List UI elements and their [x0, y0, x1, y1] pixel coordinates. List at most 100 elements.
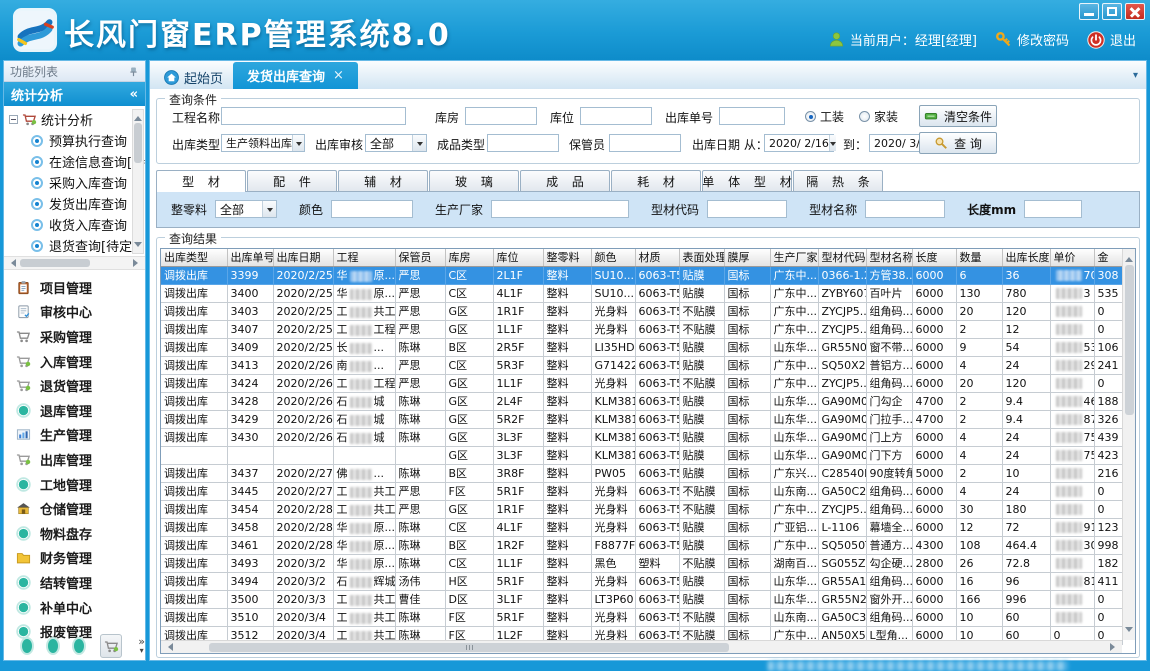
- tree-item[interactable]: 采购入库查询: [9, 172, 131, 193]
- sidebar-item-仓储管理[interactable]: 仓储管理: [4, 496, 145, 521]
- table-row[interactable]: 调拨出库34932020/3/2华原...陈琳C区1L1F整料黑色塑料不贴膜国标…: [161, 554, 1122, 572]
- tree-horizontal-scrollbar[interactable]: [4, 256, 145, 270]
- change-password-button[interactable]: 修改密码: [995, 30, 1069, 49]
- quick-cart-button[interactable]: [100, 634, 122, 658]
- table-row[interactable]: 调拨出库34582020/2/28华原...陈琳C区4L1F整料光身料6063-…: [161, 518, 1122, 536]
- grid-vertical-scrollbar[interactable]: [1122, 249, 1135, 640]
- maker-input[interactable]: [491, 200, 629, 218]
- table-row[interactable]: 调拨出库34092020/2/25长...陈琳B区2R5F整料LI35HD606…: [161, 338, 1122, 356]
- table-row[interactable]: 调拨出库33992020/2/25华原...严思C区2L1F整料SU10...6…: [161, 266, 1122, 284]
- search-button[interactable]: 查 询: [919, 132, 997, 154]
- material-tab-6[interactable]: 耗 材: [611, 170, 701, 191]
- column-header[interactable]: 表面处理: [679, 249, 724, 266]
- order-no-input[interactable]: [719, 107, 785, 125]
- sidebar-item-结转管理[interactable]: 结转管理: [4, 570, 145, 595]
- sidebar-item-出库管理[interactable]: 出库管理: [4, 447, 145, 472]
- table-row[interactable]: 调拨出库34372020/2/27佛...陈琳B区3R8F整料PW056063-…: [161, 464, 1122, 482]
- column-header[interactable]: 库位: [493, 249, 543, 266]
- project-name-input[interactable]: [221, 107, 406, 125]
- tree-root[interactable]: 统计分析: [9, 109, 131, 130]
- material-tab-8[interactable]: 隔 热 条: [793, 170, 883, 191]
- table-row[interactable]: G区3L3F整料KLM38176063-T5贴膜国标山东华...GA90M09.…: [161, 446, 1122, 464]
- quick-circle-icon[interactable]: [74, 639, 84, 653]
- tree-item[interactable]: 退货查询[待定]: [9, 235, 131, 256]
- table-row[interactable]: 调拨出库34132020/2/26南...严思C区5R3F整料G71422606…: [161, 356, 1122, 374]
- tab-home[interactable]: 起始页: [154, 65, 233, 89]
- table-row[interactable]: 调拨出库34302020/2/26石城陈琳G区3L3F整料KLM38176063…: [161, 428, 1122, 446]
- column-header[interactable]: 出库日期: [273, 249, 333, 266]
- sidebar-item-工地管理[interactable]: 工地管理: [4, 472, 145, 497]
- tab-close-icon[interactable]: ×: [333, 68, 344, 83]
- material-tab-3[interactable]: 辅 材: [338, 170, 428, 191]
- sidebar-item-入库管理[interactable]: 入库管理: [4, 349, 145, 374]
- quick-circle-icon[interactable]: [48, 639, 58, 653]
- stats-panel-header[interactable]: 统计分析 «: [4, 82, 145, 106]
- table-row[interactable]: 调拨出库35102020/3/4工共工程陈琳F区5R1F整料光身料6063-T5…: [161, 608, 1122, 626]
- tabbar-more-icon[interactable]: ▾: [1133, 70, 1138, 81]
- tree-vertical-scrollbar[interactable]: [132, 109, 144, 254]
- radio-gongzhuang[interactable]: 工装: [805, 108, 844, 125]
- column-header[interactable]: 生产厂家: [770, 249, 818, 266]
- material-tab-4[interactable]: 玻 璃: [429, 170, 519, 191]
- tree-expander-icon[interactable]: [9, 115, 18, 124]
- overflow-chevron[interactable]: »▾: [138, 637, 145, 655]
- tree-item[interactable]: 在途信息查询[待: [9, 151, 131, 172]
- code-input[interactable]: [707, 200, 787, 218]
- column-header[interactable]: 出库单号: [227, 249, 273, 266]
- tree-item[interactable]: 发货出库查询: [9, 193, 131, 214]
- length-input[interactable]: [1024, 200, 1082, 218]
- sidebar-item-采购管理[interactable]: 采购管理: [4, 324, 145, 349]
- table-row[interactable]: 调拨出库34282020/2/26石城陈琳G区2L4F整料KLM38176063…: [161, 392, 1122, 410]
- tree-item[interactable]: 收货入库查询: [9, 214, 131, 235]
- sidebar-item-财务管理[interactable]: 财务管理: [4, 546, 145, 571]
- date-from-dropdown[interactable]: 2020/ 2/16: [764, 134, 834, 152]
- table-row[interactable]: 调拨出库34032020/2/25工共工程严思G区1R1F整料光身料6063-T…: [161, 302, 1122, 320]
- keeper-input[interactable]: [609, 134, 681, 152]
- column-header[interactable]: 工程: [333, 249, 395, 266]
- column-header[interactable]: 出库类型: [161, 249, 227, 266]
- sidebar-item-项目管理[interactable]: 项目管理: [4, 275, 145, 300]
- sidebar-item-生产管理[interactable]: 生产管理: [4, 423, 145, 448]
- product-type-input[interactable]: [487, 134, 559, 152]
- table-row[interactable]: 调拨出库34242020/2/26工工程严思G区1L1F整料光身料6063-T5…: [161, 374, 1122, 392]
- column-header[interactable]: 保管员: [395, 249, 445, 266]
- sidebar-item-审核中心[interactable]: 审核中心: [4, 300, 145, 325]
- audit-dropdown[interactable]: 全部: [365, 134, 427, 152]
- tab-shipping-query[interactable]: 发货出库查询 ×: [233, 62, 358, 89]
- quick-circle-icon[interactable]: [22, 639, 32, 653]
- table-row[interactable]: 调拨出库34292020/2/26石城陈琳G区5R2F整料KLM38176063…: [161, 410, 1122, 428]
- material-tab-5[interactable]: 成 品: [520, 170, 610, 191]
- table-row[interactable]: 调拨出库35002020/3/3工共工程曹佳D区3L1F整料LT3P606063…: [161, 590, 1122, 608]
- column-header[interactable]: 数量: [956, 249, 1002, 266]
- material-tab-7[interactable]: 单 体 型 材: [702, 170, 792, 191]
- pin-icon[interactable]: [128, 66, 139, 77]
- radio-jiazhuang[interactable]: 家装: [859, 108, 898, 125]
- table-row[interactable]: 调拨出库34942020/3/2石辉城汤伟H区5R1F整料光身料6063-T5贴…: [161, 572, 1122, 590]
- column-header[interactable]: 型材名称: [866, 249, 912, 266]
- column-header[interactable]: 单价: [1050, 249, 1094, 266]
- warehouse-input[interactable]: [465, 107, 537, 125]
- material-tab-2[interactable]: 配 件: [247, 170, 337, 191]
- column-header[interactable]: 库房: [445, 249, 493, 266]
- maximize-button[interactable]: [1102, 3, 1122, 20]
- sidebar-item-补单中心[interactable]: 补单中心: [4, 595, 145, 620]
- name-input[interactable]: [865, 200, 945, 218]
- close-button[interactable]: [1125, 3, 1145, 20]
- sidebar-item-退库管理[interactable]: 退库管理: [4, 398, 145, 423]
- column-header[interactable]: 整零料: [543, 249, 591, 266]
- out-type-dropdown[interactable]: 生产领料出库: [221, 134, 305, 152]
- table-row[interactable]: 调拨出库34612020/2/28华原...陈琳B区1R2F整料F8877FT6…: [161, 536, 1122, 554]
- grid-horizontal-scrollbar[interactable]: [161, 640, 1122, 653]
- sidebar-item-物料盘存[interactable]: 物料盘存: [4, 521, 145, 546]
- column-header[interactable]: 颜色: [591, 249, 635, 266]
- column-header[interactable]: 膜厚: [724, 249, 770, 266]
- whole-part-dropdown[interactable]: 全部: [215, 200, 277, 218]
- logout-button[interactable]: 退出: [1087, 30, 1136, 49]
- clear-conditions-button[interactable]: 清空条件: [919, 105, 997, 127]
- tree-item[interactable]: 预算执行查询: [9, 130, 131, 151]
- column-header[interactable]: 金: [1094, 249, 1122, 266]
- location-input[interactable]: [580, 107, 652, 125]
- table-row[interactable]: 调拨出库34072020/2/25工工程严思G区1L1F整料光身料6063-T5…: [161, 320, 1122, 338]
- table-row[interactable]: 调拨出库34002020/2/25华原...严思C区4L1F整料SU10...6…: [161, 284, 1122, 302]
- material-tab-1[interactable]: 型 材: [156, 170, 246, 192]
